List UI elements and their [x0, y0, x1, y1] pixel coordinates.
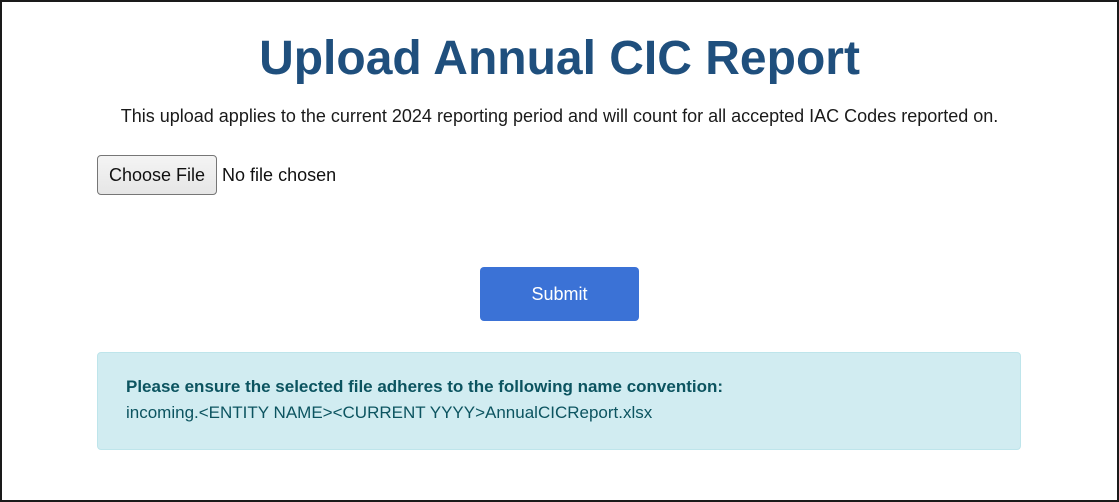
- page-description: This upload applies to the current 2024 …: [120, 106, 999, 126]
- submit-button[interactable]: Submit: [480, 267, 639, 321]
- alert-heading: Please ensure the selected file adheres …: [126, 377, 724, 396]
- upload-page: Upload Annual CIC Report This upload app…: [0, 0, 1119, 502]
- file-input: Choose File No file chosen: [97, 155, 336, 195]
- file-status-text: No file chosen: [222, 164, 337, 185]
- page-title: Upload Annual CIC Report: [259, 32, 860, 85]
- choose-file-button[interactable]: Choose File: [97, 155, 218, 195]
- alert-filename-pattern: incoming.<ENTITY NAME><CURRENT YYYY>Annu…: [126, 403, 653, 422]
- naming-convention-alert: Please ensure the selected file adheres …: [97, 352, 1021, 450]
